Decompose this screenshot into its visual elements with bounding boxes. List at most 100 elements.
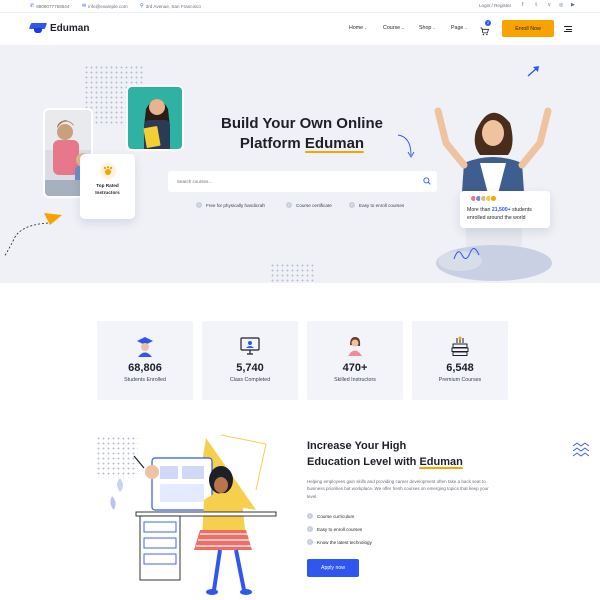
- email-info[interactable]: ✉ info@example.com: [82, 3, 128, 9]
- phone-number: 8809077768544: [36, 3, 70, 9]
- stat-value: 68,806: [128, 362, 162, 374]
- about-title-highlight: Eduman: [419, 456, 464, 469]
- check-icon: ✓: [307, 539, 313, 545]
- feature-item: ✓ Easy to enroll courses: [349, 202, 404, 208]
- login-register-link[interactable]: Login / Register: [479, 3, 511, 8]
- apply-now-button[interactable]: Apply now: [307, 559, 359, 577]
- chevron-down-icon: ⌄: [364, 25, 368, 30]
- nav-shop-label: Shop: [419, 25, 432, 31]
- list-item-label: Course curriculum: [317, 513, 355, 519]
- stat-card: 6,548 Premium Courses: [412, 321, 508, 400]
- stat-label: Class Completed: [229, 377, 271, 383]
- list-item-label: Easy to enroll courses: [317, 526, 363, 532]
- enroll-now-button[interactable]: Enroll Now: [502, 20, 554, 37]
- check-icon: ✓: [196, 202, 202, 208]
- list-item-label: Know the latest technology: [317, 539, 372, 545]
- stat-label: Students Enrolled: [124, 377, 166, 383]
- stat-card: 470+ Skilled Instructors: [307, 321, 403, 400]
- stat-value: 6,548: [446, 362, 474, 374]
- stat-label: Premium Courses: [438, 377, 482, 383]
- check-icon: ✓: [349, 202, 355, 208]
- hero-section: Top Rated Instructors Build Your Own Onli…: [0, 45, 600, 283]
- instagram-icon[interactable]: ◎: [559, 2, 563, 8]
- nav-course-label: Course: [383, 25, 401, 31]
- location-icon: ⚲: [140, 3, 144, 9]
- chevron-down-icon: ⌄: [432, 25, 436, 30]
- learning-illustration: [110, 434, 277, 595]
- nav-page[interactable]: Page⌄: [451, 25, 468, 31]
- main-header: Eduman Home⌄ Course⌄ Shop⌄ Page⌄ 2 Enrol…: [0, 13, 600, 45]
- about-title-prefix: Education Level with: [307, 456, 417, 468]
- nav-course[interactable]: Course⌄: [383, 25, 404, 31]
- medal-icon: [99, 163, 116, 179]
- address-info: ⚲ 3rd Avenue, San Francisco: [140, 3, 201, 9]
- graduate-icon: [137, 337, 153, 357]
- students-line-2: enrolled around the world: [467, 215, 526, 221]
- brand-logo[interactable]: Eduman: [28, 22, 90, 34]
- mail-icon: ✉: [82, 3, 87, 9]
- about-title: Increase Your High Education Level with …: [307, 438, 464, 470]
- dot-pattern: [270, 263, 315, 283]
- cart-count-badge: 2: [485, 20, 491, 26]
- facebook-icon[interactable]: f: [522, 2, 523, 8]
- feature-item: ✓ Free for physically handicraft: [196, 202, 265, 208]
- about-title-line-1: Increase Your High: [307, 440, 407, 452]
- phone-info[interactable]: ✆ 8809077768544: [30, 3, 69, 9]
- hero-title-prefix: Platform: [239, 135, 301, 152]
- student-photo: [434, 107, 552, 281]
- students-prefix: More than: [467, 207, 491, 213]
- students-count: 21,500+: [491, 207, 511, 213]
- badge-line-2: Instructors: [95, 189, 120, 195]
- course-search-bar: [168, 171, 437, 192]
- books-icon: [451, 336, 469, 356]
- instructor-icon: [348, 337, 362, 356]
- cart-icon: [480, 27, 489, 36]
- top-rated-instructors-card: Top Rated Instructors: [80, 154, 135, 219]
- phone-icon: ✆: [30, 3, 35, 9]
- brand-name: Eduman: [50, 22, 90, 34]
- students-enrolled-card: More than 21,500+ students enrolled arou…: [460, 191, 550, 228]
- monitor-icon: [240, 337, 260, 355]
- hero-title-highlight: Eduman: [304, 135, 365, 153]
- avatar-group: [470, 195, 497, 202]
- list-item: ✓ Course curriculum: [307, 513, 354, 519]
- chevron-down-icon: ⌄: [401, 25, 405, 30]
- badge-line-1: Top Rated: [96, 183, 119, 188]
- check-icon: ✓: [307, 513, 313, 519]
- list-item: ✓ Know the latest technology: [307, 539, 372, 545]
- nav-home[interactable]: Home⌄: [349, 25, 368, 31]
- twitter-icon[interactable]: 𝕥: [535, 2, 537, 8]
- stat-card: 5,740 Class Completed: [202, 321, 298, 400]
- stat-label: Skilled Instructors: [334, 377, 376, 383]
- about-description: Helping employees gain skills and provid…: [307, 479, 489, 499]
- feature-label: Course certificate: [296, 202, 332, 208]
- students-suffix: students: [512, 207, 532, 213]
- address-text: 3rd Avenue, San Francisco: [145, 3, 201, 9]
- list-item: ✓ Easy to enroll courses: [307, 526, 362, 532]
- check-icon: ✓: [307, 526, 313, 532]
- graduation-cap-icon: [28, 22, 48, 34]
- cart-button[interactable]: 2: [480, 20, 491, 36]
- email-address: info@example.com: [88, 3, 128, 9]
- stat-card: 68,806 Students Enrolled: [97, 321, 193, 400]
- curved-arrow-icon: [397, 134, 415, 158]
- stat-value: 5,740: [236, 362, 264, 374]
- search-input[interactable]: [177, 176, 417, 187]
- feature-label: Easy to enroll courses: [359, 202, 405, 208]
- squiggle-decoration-icon: [453, 248, 480, 260]
- zigzag-decoration-icon: [572, 442, 590, 457]
- hero-title-line-1: Build Your Own Online: [221, 115, 383, 132]
- nav-shop[interactable]: Shop⌄: [419, 25, 436, 31]
- avatar: [490, 195, 497, 202]
- feature-label: Free for physically handicraft: [206, 202, 265, 208]
- arrow-decoration-icon: [527, 66, 539, 77]
- paper-plane-icon: [3, 213, 62, 258]
- nav-page-label: Page: [451, 25, 464, 31]
- check-icon: ✓: [286, 202, 292, 208]
- youtube-icon[interactable]: ▶: [571, 2, 575, 8]
- menu-hamburger-icon[interactable]: [564, 26, 572, 34]
- top-info-bar: ✆ 8809077768544 ✉ info@example.com ⚲ 3rd…: [0, 0, 600, 13]
- chevron-down-icon: ⌄: [464, 25, 468, 30]
- nav-home-label: Home: [349, 25, 364, 31]
- vimeo-icon[interactable]: v: [548, 2, 551, 8]
